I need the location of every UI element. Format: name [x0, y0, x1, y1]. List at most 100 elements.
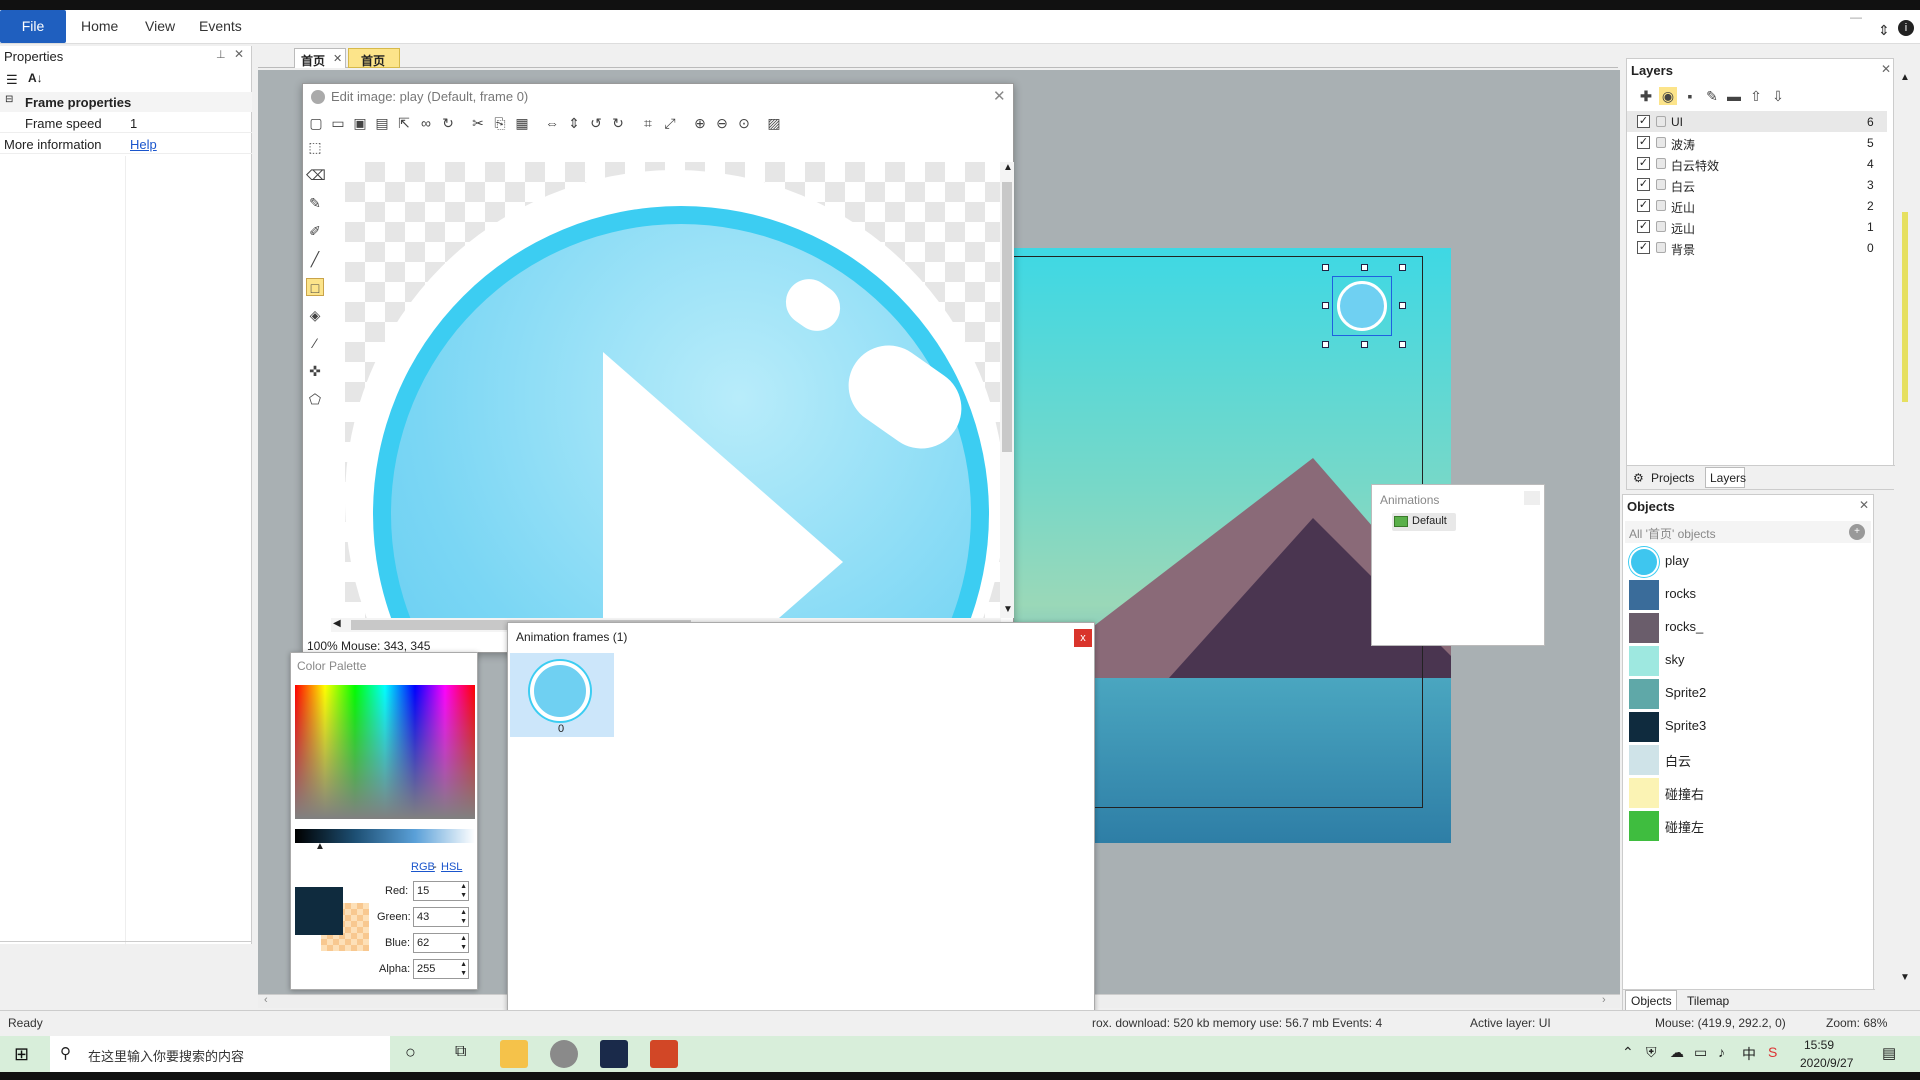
object-item[interactable]: sky	[1623, 644, 1863, 677]
line-icon[interactable]: ╱	[306, 250, 324, 268]
close-icon[interactable]: ✕	[1859, 498, 1869, 512]
new-icon[interactable]: ▢	[307, 114, 325, 132]
open-icon[interactable]: ▭	[329, 114, 347, 132]
move-up-icon[interactable]: ⇧	[1747, 87, 1765, 105]
scroll-thumb[interactable]	[1902, 212, 1908, 402]
close-icon[interactable]	[1524, 491, 1540, 505]
tab-projects[interactable]: Projects	[1651, 471, 1694, 485]
move-down-icon[interactable]: ⇩	[1769, 87, 1787, 105]
lock-icon[interactable]	[1656, 158, 1666, 169]
zoom-in-icon[interactable]: ⊕	[691, 114, 709, 132]
eraser-icon[interactable]: ⌫	[306, 166, 326, 184]
crop-icon[interactable]: ⌗	[639, 114, 657, 132]
save-icon[interactable]: ▣	[351, 114, 369, 132]
flip-horizontal-icon[interactable]: ⇔	[543, 114, 561, 132]
pin-icon[interactable]: ⊥	[216, 48, 226, 61]
close-icon[interactable]: ✕	[1881, 62, 1891, 76]
layer-visible-checkbox[interactable]: ✓	[1637, 115, 1650, 128]
alpha-input[interactable]: 255 ▲ ▼	[413, 959, 469, 979]
selection-handles[interactable]	[1321, 263, 1406, 348]
polygon-icon[interactable]: ⬠	[306, 390, 324, 408]
layer-visible-checkbox[interactable]: ✓	[1637, 136, 1650, 149]
help-link[interactable]: Help	[130, 137, 157, 152]
lock-icon[interactable]	[1656, 200, 1666, 211]
brush-icon[interactable]: ✐	[306, 222, 324, 240]
powerpoint-icon[interactable]	[650, 1040, 678, 1068]
color-spectrum[interactable]	[295, 685, 475, 819]
scroll-up-icon[interactable]: ▲	[1900, 72, 1910, 83]
windows-start-icon[interactable]: ⊞	[14, 1044, 29, 1065]
refresh-icon[interactable]: ↻	[439, 114, 457, 132]
layer-visible-checkbox[interactable]: ✓	[1637, 199, 1650, 212]
pencil-icon[interactable]: ✎	[306, 194, 324, 212]
categorized-icon[interactable]: ☰	[6, 72, 18, 88]
scroll-right-icon[interactable]: ›	[1602, 994, 1606, 1006]
lock-icon[interactable]	[1656, 137, 1666, 148]
scroll-left-icon[interactable]: ◀	[333, 618, 341, 629]
notification-icon[interactable]: ▤	[1882, 1044, 1896, 1062]
layer-row[interactable]: ✓ 白云特效 4	[1627, 153, 1887, 174]
red-input[interactable]: 15 ▲ ▼	[413, 881, 469, 901]
primary-color-swatch[interactable]	[295, 887, 343, 935]
objects-filter[interactable]: All '首页' objects +	[1625, 521, 1871, 543]
ribbon-toggle-icon[interactable]: ⇕	[1878, 22, 1890, 39]
export-icon[interactable]: ⇱	[395, 114, 413, 132]
tab-layers[interactable]: Layers	[1705, 467, 1746, 488]
paste-icon[interactable]: ▦	[513, 114, 531, 132]
save-as-icon[interactable]: ▤	[373, 114, 391, 132]
copy-icon[interactable]: ⎘	[491, 114, 509, 132]
menu-events[interactable]: Events	[199, 18, 242, 34]
green-input[interactable]: 43 ▲ ▼	[413, 907, 469, 927]
task-view-icon[interactable]: ⧉	[455, 1043, 466, 1061]
object-item[interactable]: Sprite3	[1623, 710, 1863, 743]
close-icon[interactable]: ✕	[234, 47, 244, 61]
filter-options-icon[interactable]: +	[1849, 524, 1865, 540]
layer-visible-checkbox[interactable]: ✓	[1637, 241, 1650, 254]
rotate-cw-icon[interactable]: ↻	[609, 114, 627, 132]
scroll-thumb[interactable]	[1002, 182, 1012, 452]
layer-row[interactable]: ✓ 白云 3	[1627, 174, 1887, 195]
tray-security-icon[interactable]: ⛨	[1646, 1044, 1657, 1061]
select-icon[interactable]: ⬚	[306, 138, 324, 156]
tab-objects[interactable]: Objects	[1625, 990, 1677, 1011]
slider-thumb-icon[interactable]: ▲	[315, 841, 325, 852]
stepper-icon[interactable]: ▲ ▼	[460, 908, 467, 926]
stepper-icon[interactable]: ▲ ▼	[460, 960, 467, 978]
tab-home-1[interactable]: 首页 ✕	[294, 48, 346, 68]
object-item[interactable]: rocks	[1623, 578, 1863, 611]
object-item[interactable]: rocks_	[1623, 611, 1863, 644]
menu-view[interactable]: View	[145, 18, 175, 34]
edit-icon[interactable]: ✎	[1703, 87, 1721, 105]
menu-file[interactable]: File	[0, 10, 66, 43]
object-item[interactable]: play	[1623, 545, 1863, 578]
close-icon[interactable]: x	[1074, 629, 1092, 647]
sort-az-icon[interactable]: A↓	[28, 71, 43, 85]
resize-icon[interactable]: ⤢	[661, 114, 679, 132]
lock-icon[interactable]	[1656, 116, 1666, 127]
right-v-scrollbar[interactable]: ▲ ▼	[1898, 72, 1912, 992]
zoom-out-icon[interactable]: ⊖	[713, 114, 731, 132]
scroll-down-icon[interactable]: ▼	[1003, 604, 1013, 615]
tray-network-icon[interactable]: ▭	[1694, 1044, 1707, 1061]
dialog-close-icon[interactable]: ✕	[993, 87, 1006, 105]
frame-speed-value[interactable]: 1	[130, 116, 137, 131]
object-item[interactable]: 白云	[1623, 743, 1863, 776]
layer-row[interactable]: ✓ 近山 2	[1627, 195, 1887, 216]
tab-tilemap[interactable]: Tilemap	[1687, 994, 1729, 1008]
grid-icon[interactable]: ▨	[765, 114, 783, 132]
scroll-up-icon[interactable]: ▲	[1003, 162, 1013, 173]
info-icon[interactable]: i	[1898, 20, 1914, 36]
tray-app-icon[interactable]: S	[1768, 1044, 1777, 1060]
eyedropper-icon[interactable]: ⁄	[306, 334, 324, 352]
animation-item-default[interactable]: Default	[1392, 513, 1456, 531]
tab-home-2[interactable]: 首页	[348, 48, 400, 68]
flip-vertical-icon[interactable]: ⇕	[565, 114, 583, 132]
layer-row[interactable]: ✓ 波涛 5	[1627, 132, 1887, 153]
layer-visible-checkbox[interactable]: ✓	[1637, 157, 1650, 170]
stepper-icon[interactable]: ▲ ▼	[460, 882, 467, 900]
hsl-link[interactable]: HSL	[441, 861, 462, 873]
layer-row[interactable]: ✓ 背景 0	[1627, 237, 1887, 258]
lock-icon[interactable]	[1656, 179, 1666, 190]
visibility-icon[interactable]: ◉	[1659, 87, 1677, 105]
blue-input[interactable]: 62 ▲ ▼	[413, 933, 469, 953]
